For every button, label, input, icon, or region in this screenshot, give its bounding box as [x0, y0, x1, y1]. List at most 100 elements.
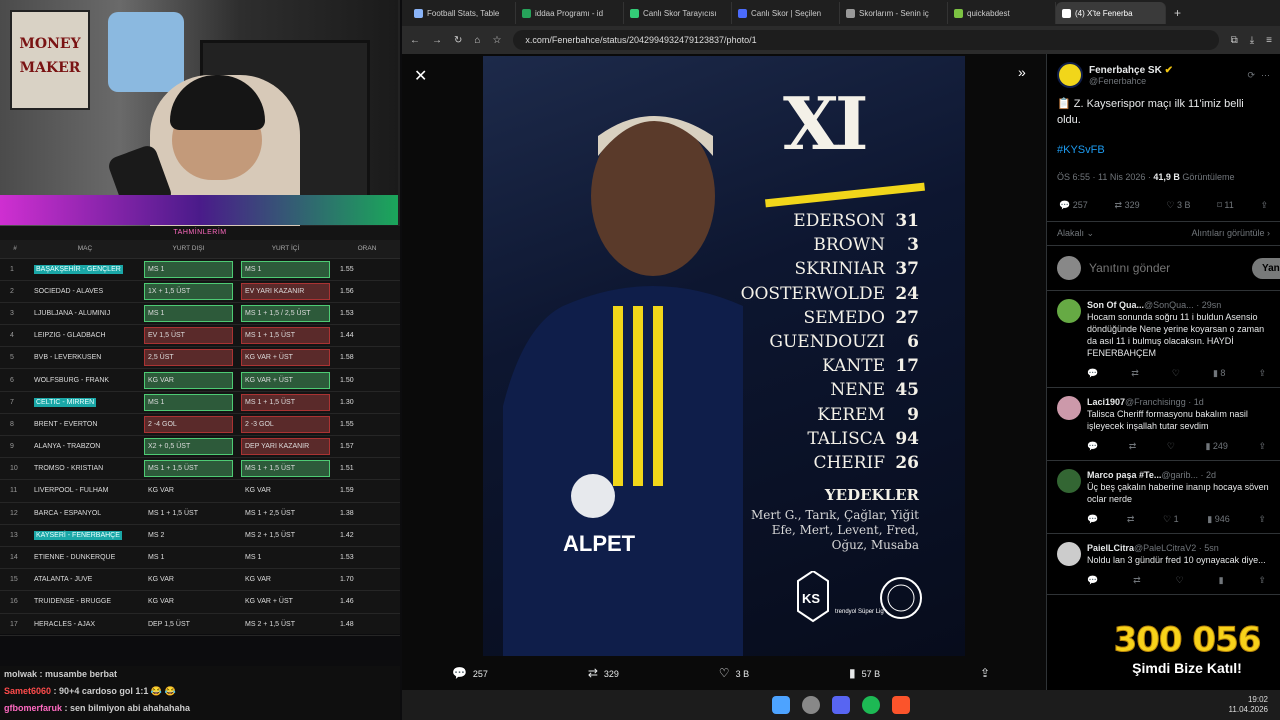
share-icon[interactable]: ⇪ — [1258, 440, 1266, 452]
reply-handle[interactable]: @PaleLCitraV2 — [1134, 543, 1196, 553]
reply-like-button[interactable]: ♡ 1 — [1163, 513, 1179, 525]
tweet-bookmark-button[interactable]: ⌑ 11 — [1217, 200, 1233, 211]
reply-author[interactable]: Son Of Qua... — [1087, 300, 1144, 310]
comment-icon[interactable]: 💬 — [1087, 513, 1098, 525]
reply-tweet[interactable]: Laci1907@Franchisingg · 1d Talisca Cherif… — [1047, 388, 1280, 461]
reply-views[interactable]: ▮ 249 — [1205, 440, 1227, 452]
close-icon[interactable]: ✕ — [414, 66, 427, 86]
reply-views[interactable]: ▮ — [1219, 574, 1224, 586]
comment-icon[interactable]: 💬 — [1087, 574, 1098, 586]
prediction-row: 13 KAYSERİ - FENERBAHÇE MS 2 MS 2 + 1,5 ÜST… — [0, 524, 400, 547]
reload-icon[interactable]: ↻ — [454, 35, 462, 46]
back-icon[interactable]: ← — [410, 35, 420, 46]
chat-username[interactable]: gfbomerfaruk — [4, 703, 62, 713]
browser-tab[interactable]: (4) X'te Fenerba — [1056, 2, 1166, 24]
address-bar[interactable]: x.com/Fenerbahce/status/2042994932479123… — [513, 30, 1219, 50]
reply-views[interactable]: ▮ 946 — [1207, 513, 1229, 525]
repost-icon[interactable]: ⇄ — [1133, 574, 1141, 586]
reply-like-button[interactable]: ♡ — [1176, 574, 1184, 586]
reply-handle[interactable]: @Franchisingg — [1125, 397, 1186, 407]
heart-icon: ♡ — [718, 665, 730, 680]
chat-username[interactable]: Samet6060 — [4, 686, 51, 696]
repost-icon[interactable]: ⇄ — [1127, 513, 1135, 525]
view-quotes-link[interactable]: Alıntıları görüntüle › — [1191, 228, 1270, 239]
reply-time[interactable]: 1d — [1194, 397, 1204, 407]
tweet-time[interactable]: ÖS 6:55 · 11 Nis 2026 · — [1057, 172, 1153, 182]
reply-like-button[interactable]: ♡ — [1167, 440, 1175, 452]
browser-tab[interactable]: Skorlarım - Senin iç — [840, 2, 948, 24]
extensions-icon[interactable]: ⧉ — [1231, 35, 1238, 46]
obs-icon[interactable] — [802, 696, 820, 714]
domestic-pick: MS 1 + 1,5 / 2,5 ÜST — [241, 304, 330, 322]
forward-icon[interactable]: → — [432, 35, 442, 46]
reply-avatar[interactable] — [1057, 396, 1081, 420]
grok-icon[interactable]: ⟳ — [1247, 70, 1255, 81]
tweet-like-button[interactable]: ♡ 3 B — [1166, 200, 1190, 211]
tweet-repost-button[interactable]: ⇄ 329 — [1115, 200, 1140, 211]
domestic-pick: MS 1 + 1,5 ÜST — [241, 327, 330, 345]
reply-like-button[interactable]: ♡ — [1172, 367, 1180, 379]
sort-dropdown[interactable]: Alakalı ⌄ — [1057, 228, 1094, 239]
spotify-icon[interactable] — [862, 696, 880, 714]
domestic-pick-cell: KG VAR + ÜST — [237, 590, 334, 614]
photo-reply-button[interactable]: 💬 257 — [452, 666, 488, 680]
comment-icon[interactable]: 💬 — [1087, 367, 1098, 379]
menu-icon[interactable]: ≡ — [1266, 35, 1272, 46]
reply-handle[interactable]: @garib... — [1161, 470, 1198, 480]
clock-date: 11.04.2026 — [1228, 705, 1268, 714]
expand-icon[interactable]: » — [1018, 64, 1026, 80]
author-avatar[interactable] — [1057, 62, 1083, 88]
reply-avatar[interactable] — [1057, 469, 1081, 493]
browser-tab[interactable]: Canlı Skor Tarayıcısı — [624, 2, 732, 24]
browser-tab[interactable]: Canlı Skor | Seçilen — [732, 2, 840, 24]
browser-tab[interactable]: Football Stats, Table — [408, 2, 516, 24]
wall-jersey — [108, 12, 184, 92]
reply-tweet[interactable]: Son Of Qua...@SonQua... · 29sn Hocam sonu… — [1047, 291, 1280, 388]
reply-views[interactable]: ▮ 8 — [1213, 367, 1225, 379]
repost-icon[interactable]: ⇄ — [1131, 367, 1139, 379]
author-name[interactable]: Fenerbahçe SK ✔ — [1089, 65, 1241, 76]
photo-views[interactable]: ▮ 57 B — [849, 666, 880, 680]
more-icon[interactable]: ⋯ — [1261, 70, 1270, 81]
repost-icon[interactable]: ⇄ — [1129, 440, 1137, 452]
prediction-row: 9 ALANYA - TRABZON X2 + 0,5 ÜST DEP YARI KA… — [0, 435, 400, 459]
reply-author[interactable]: Laci1907 — [1087, 397, 1125, 407]
reply-author[interactable]: PaielLCitra — [1087, 543, 1134, 553]
comment-icon[interactable]: 💬 — [1087, 440, 1098, 452]
author-handle[interactable]: @Fenerbahce — [1089, 76, 1241, 86]
reply-avatar[interactable] — [1057, 542, 1081, 566]
share-icon[interactable]: ⇪ — [1258, 513, 1266, 525]
tweet-share-button[interactable]: ⇪ — [1260, 200, 1268, 211]
reply-time[interactable]: 5sn — [1204, 543, 1219, 553]
reply-avatar[interactable] — [1057, 299, 1081, 323]
reply-time[interactable]: 29sn — [1202, 300, 1222, 310]
chat-username[interactable]: molwak — [4, 669, 37, 679]
reply-input[interactable] — [1089, 261, 1244, 275]
download-icon[interactable]: ⤓ — [1250, 35, 1254, 46]
home-icon[interactable]: ⌂ — [474, 35, 480, 46]
row-number: 9 — [0, 435, 30, 459]
player-name: NENE — [830, 380, 885, 401]
reply-tweet[interactable]: PaielLCitra@PaleLCitraV2 · 5sn Noldu lan … — [1047, 534, 1280, 595]
browser-tab[interactable]: iddaa Programı - id — [516, 2, 624, 24]
share-icon[interactable]: ⇪ — [1258, 574, 1266, 586]
windows-start-icon[interactable] — [772, 696, 790, 714]
tweet-meta: ÖS 6:55 · 11 Nis 2026 · 41,9 B Görüntüle… — [1047, 158, 1280, 182]
discord-icon[interactable] — [832, 696, 850, 714]
new-tab-icon[interactable]: + — [1174, 6, 1181, 20]
tweet-hashtag[interactable]: #KYSvFB — [1047, 128, 1280, 158]
share-icon[interactable]: ⇪ — [1258, 367, 1266, 379]
reply-tweet[interactable]: Marco paşa #Te...@garib... · 2d Üç beş ça… — [1047, 461, 1280, 534]
browser-tab[interactable]: quickabdest — [948, 2, 1056, 24]
reply-time[interactable]: 2d — [1206, 470, 1216, 480]
reply-author[interactable]: Marco paşa #Te... — [1087, 470, 1161, 480]
bookmark-icon[interactable]: ☆ — [492, 35, 501, 46]
photo-share-button[interactable]: ⇪ — [980, 666, 996, 680]
photo-repost-button[interactable]: ⇄ 329 — [588, 666, 619, 680]
reply-handle[interactable]: @SonQua... — [1144, 300, 1194, 310]
system-clock[interactable]: 19:02 11.04.2026 — [1229, 695, 1268, 715]
reply-button[interactable]: Yanıtla — [1252, 257, 1280, 279]
tweet-reply-button[interactable]: 💬 257 — [1059, 200, 1088, 211]
brave-icon[interactable] — [892, 696, 910, 714]
photo-like-button[interactable]: ♡ 3 B — [719, 666, 749, 680]
